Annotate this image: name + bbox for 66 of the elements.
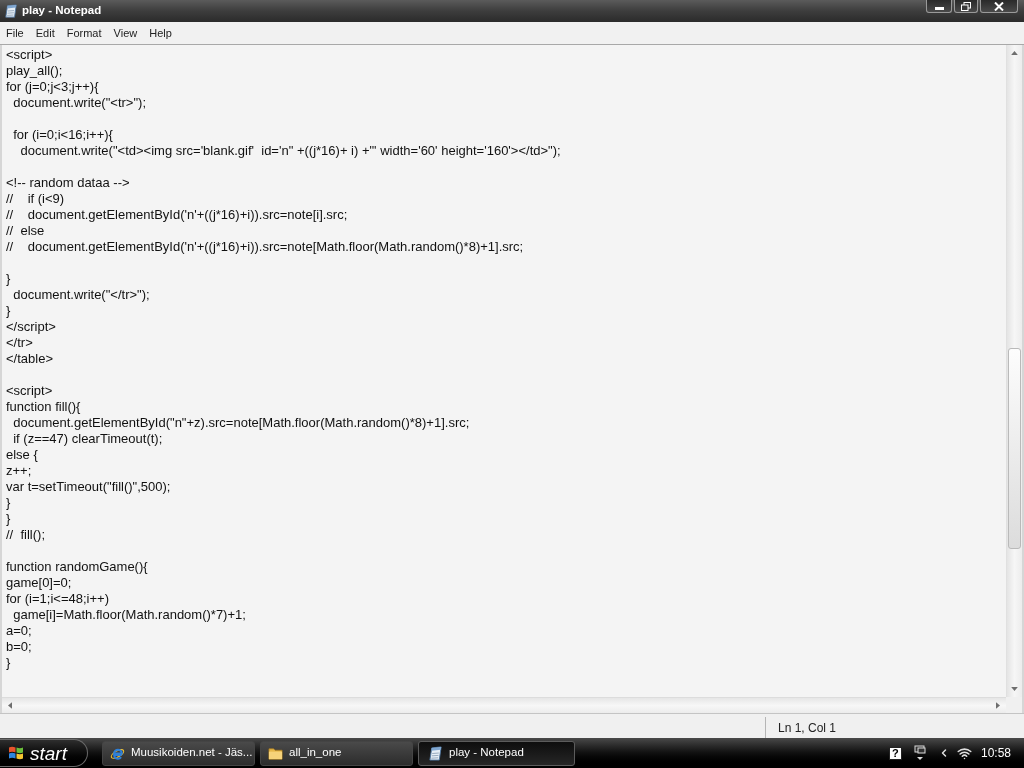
code-line: for (i=0;i<16;i++){: [12, 127, 113, 142]
close-icon: [994, 1, 1004, 11]
code-line: <script>: [6, 47, 53, 62]
code-line: play_all();: [6, 63, 63, 78]
notepad-icon: [428, 745, 443, 761]
triangle-up-icon: [1011, 51, 1018, 55]
code-line: // fill();: [6, 527, 45, 542]
code-line: else {: [6, 447, 38, 462]
window-title: play - Notepad: [22, 5, 102, 17]
close-button[interactable]: [980, 0, 1018, 13]
menu-item[interactable]: Format: [60, 23, 108, 43]
code-line: for (j=0;j<3;j++){: [6, 79, 99, 94]
code-line: function randomGame(){: [6, 559, 148, 574]
folder-icon: [268, 745, 283, 761]
code-line: // document.getElementById('n'+((j*16)+i)).src=note[i].src;: [6, 207, 348, 222]
code-line: // document.getElementById('n'+((j*16)+i)).src=note[Math.floor(Math.random()*8)+1].src;: [6, 239, 524, 254]
taskbar-button[interactable]: play - Notepad: [418, 740, 575, 766]
code-line: <!-- random dataa -->: [6, 175, 130, 190]
display-icon[interactable]: [913, 745, 926, 761]
notepad-icon: [4, 4, 18, 18]
start-button[interactable]: start: [0, 739, 88, 767]
cursor-position: Ln 1, Col 1: [778, 721, 837, 734]
code-line: game[0]=0;: [6, 575, 72, 590]
code-line: document.write("<td><img src='blank.gif' id='n" +((j*16)+ i) +"' width='60' height='160'></td>");: [19, 143, 561, 158]
menu-item[interactable]: File: [0, 23, 30, 43]
menu-item[interactable]: Edit: [29, 23, 61, 43]
code-line: document.getElementById("n"+z).src=note[Math.floor(Math.random()*8)+1].src;: [12, 415, 470, 430]
code-line: if (z==47) clearTimeout(t);: [12, 431, 163, 446]
taskbar-button[interactable]: all_in_one: [260, 740, 413, 766]
menu-item[interactable]: View: [107, 23, 144, 43]
code-line: var t=setTimeout("fill()",500);: [6, 479, 171, 494]
code-line: }: [6, 303, 11, 318]
code-line: }: [6, 655, 11, 670]
code-line: }: [6, 271, 11, 286]
code-line: <script>: [6, 383, 53, 398]
triangle-right-icon: [996, 702, 1000, 709]
code-line: </script>: [6, 319, 56, 334]
horizontal-scrollbar[interactable]: [2, 697, 1006, 713]
restore-button[interactable]: [954, 0, 978, 13]
triangle-down-icon: [1011, 687, 1018, 691]
code-line: // else: [6, 223, 45, 238]
taskbar-button[interactable]: Muusikoiden.net - Jäs...: [102, 740, 255, 766]
code-line: b=0;: [6, 639, 32, 654]
minimize-icon: [934, 6, 944, 10]
scrollbar-thumb[interactable]: [1008, 348, 1021, 549]
menu-item[interactable]: Help: [143, 23, 178, 43]
code-line: game[i]=Math.floor(Math.random()*7)+1;: [12, 607, 246, 622]
code-line: document.write("<tr>");: [12, 95, 146, 110]
help-icon[interactable]: ?: [888, 746, 902, 760]
code-line: }: [6, 511, 11, 526]
code-line: document.write("</tr>");: [12, 287, 150, 302]
vertical-scrollbar[interactable]: [1006, 45, 1022, 697]
minimize-button[interactable]: [926, 0, 952, 13]
code-line: }: [6, 495, 11, 510]
triangle-left-icon: [8, 702, 12, 709]
code-line: </tr>: [6, 335, 33, 350]
flag-logo-icon: [8, 745, 24, 761]
code-line: for (i=1;i<=48;i++): [6, 591, 109, 606]
code-line: function fill(){: [6, 399, 81, 414]
code-line: z++;: [6, 463, 32, 478]
code-line: // if (i<9): [6, 191, 65, 206]
code-line: </table>: [6, 351, 53, 366]
wifi-icon[interactable]: [956, 745, 972, 761]
restore-icon: [961, 1, 971, 11]
clock: 10:58: [980, 747, 1011, 759]
code-line: a=0;: [6, 623, 32, 638]
